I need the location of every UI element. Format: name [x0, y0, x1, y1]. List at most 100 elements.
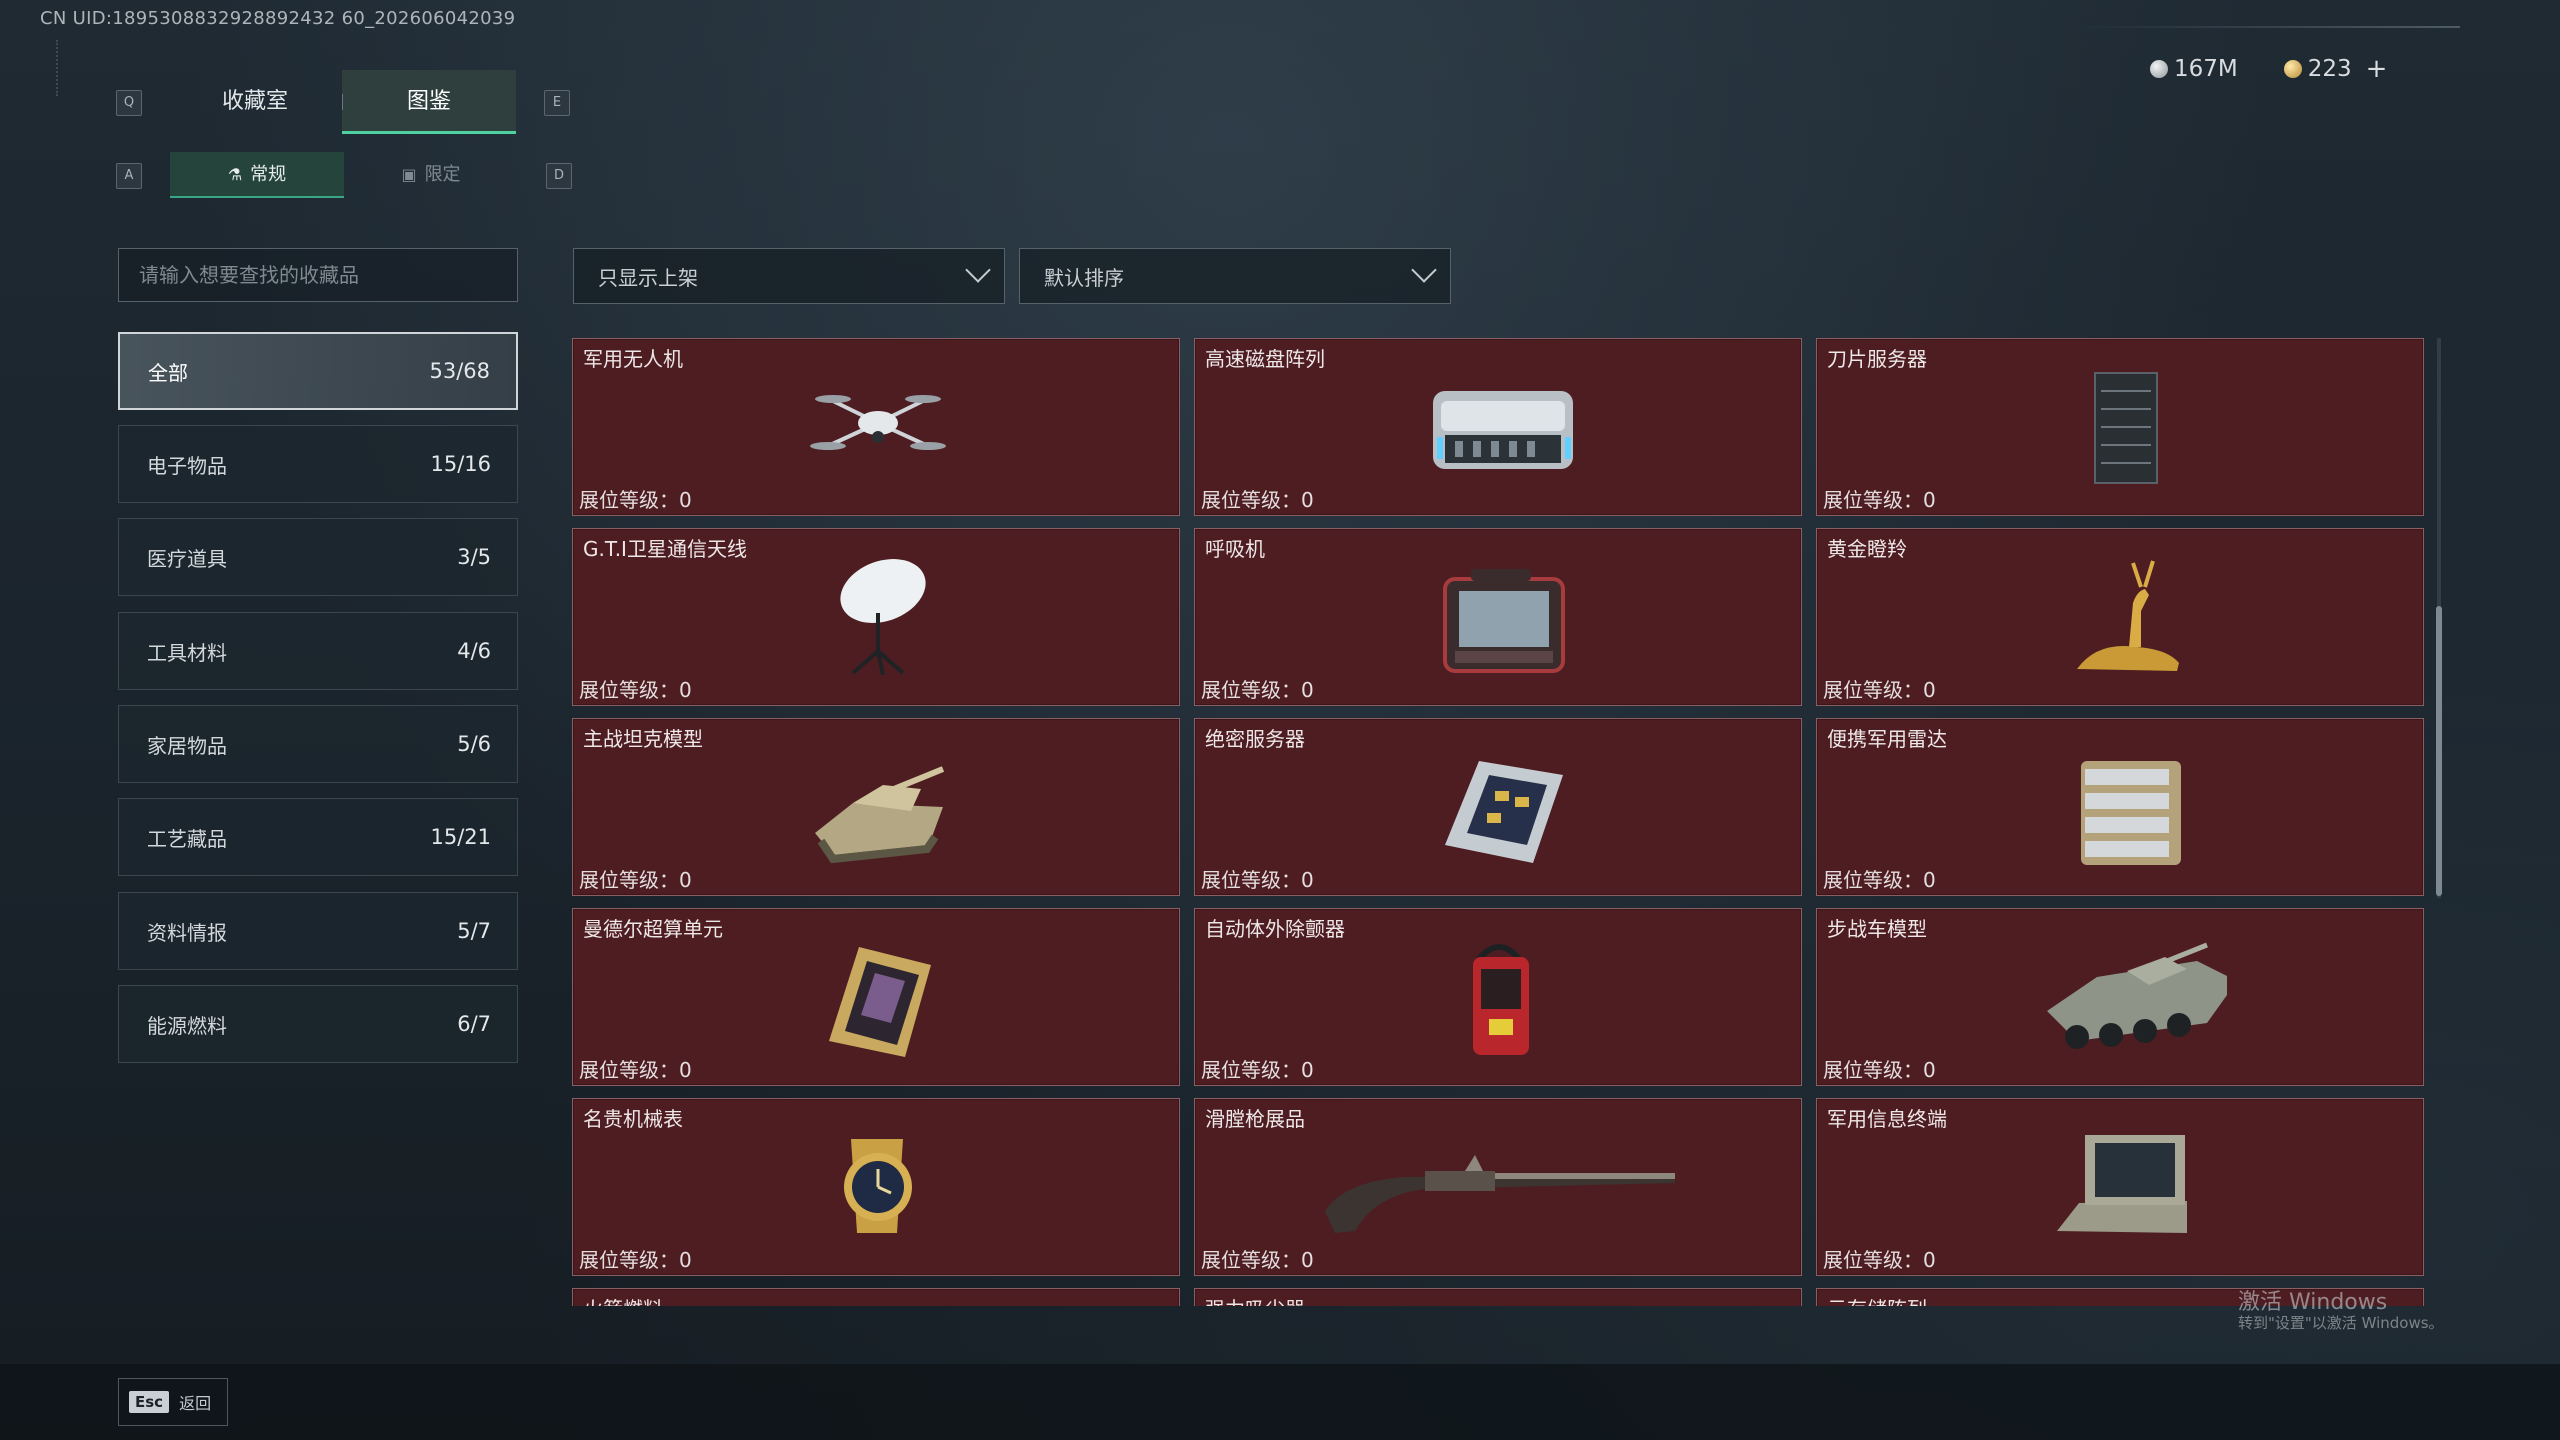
key-d-hint[interactable]: D — [546, 163, 572, 189]
watch-icon — [844, 1139, 912, 1233]
subtab-limited[interactable]: ▣ 限定 — [344, 152, 518, 198]
category-label: 工具材料 — [147, 640, 227, 665]
search-input[interactable] — [118, 248, 518, 302]
drone-icon — [810, 395, 946, 450]
category-intel[interactable]: 资料情报 5/7 — [118, 892, 518, 970]
category-count: 5/7 — [457, 919, 491, 943]
category-label: 工艺藏品 — [147, 826, 227, 851]
silver-amount: 167M — [2174, 56, 2238, 82]
category-count: 6/7 — [457, 1012, 491, 1036]
back-label: 返回 — [179, 1394, 212, 1413]
tab-divider — [342, 94, 343, 110]
uid-label: CN UID:1895308832928892432 60_2026060420… — [40, 8, 516, 29]
display-filter-dropdown[interactable]: 只显示上架 — [573, 248, 1005, 304]
item-level: 展位等级：0 — [1201, 1058, 1314, 1082]
tab-collection-room[interactable]: 收藏室 — [168, 70, 342, 134]
item-card[interactable]: 滑膛枪展品 展位等级：0 — [1194, 1098, 1802, 1276]
supercompute-unit-icon — [829, 947, 931, 1057]
item-name: 自动体外除颤器 — [1205, 917, 1345, 941]
item-level: 展位等级：0 — [1823, 1248, 1936, 1272]
item-level: 展位等级：0 — [1823, 488, 1936, 512]
item-level: 展位等级：0 — [1823, 1058, 1936, 1082]
sort-value: 默认排序 — [1044, 265, 1124, 290]
secret-server-icon — [1445, 761, 1563, 863]
silver-currency: 167M — [2150, 56, 2238, 82]
decor-top-line — [2080, 26, 2460, 28]
category-tools[interactable]: 工具材料 4/6 — [118, 612, 518, 690]
item-level: 展位等级：0 — [579, 868, 692, 892]
item-name: 军用信息终端 — [1827, 1107, 1947, 1131]
category-label: 资料情报 — [147, 920, 227, 945]
subtab-regular[interactable]: ⚗ 常规 — [170, 152, 344, 198]
ifv-model-icon — [2047, 942, 2227, 1049]
item-name: 火箭燃料 — [583, 1293, 663, 1306]
item-card[interactable]: 军用信息终端 展位等级：0 — [1816, 1098, 2424, 1276]
item-name: 强力吸尘器 — [1205, 1293, 1305, 1306]
sort-dropdown[interactable]: 默认排序 — [1019, 248, 1451, 304]
item-level: 展位等级：0 — [579, 1248, 692, 1272]
disk-array-icon — [1433, 391, 1573, 469]
category-energy[interactable]: 能源燃料 6/7 — [118, 985, 518, 1063]
item-card[interactable]: 便携军用雷达 展位等级：0 — [1816, 718, 2424, 896]
key-a-hint[interactable]: A — [116, 163, 142, 189]
main-tabs: 收藏室 图鉴 — [168, 70, 516, 134]
ventilator-icon — [1443, 569, 1565, 673]
item-level: 展位等级：0 — [1201, 868, 1314, 892]
bottom-bar — [0, 1364, 2560, 1440]
item-card[interactable]: 绝密服务器 展位等级：0 — [1194, 718, 1802, 896]
item-level: 展位等级：0 — [1201, 678, 1314, 702]
add-currency-button[interactable]: + — [2366, 54, 2388, 84]
category-medical[interactable]: 医疗道具 3/5 — [118, 518, 518, 596]
back-button[interactable]: Esc 返回 — [118, 1378, 228, 1426]
item-card[interactable]: 步战车模型 展位等级：0 — [1816, 908, 2424, 1086]
item-card[interactable]: 高速磁盘阵列 展位等级：0 — [1194, 338, 1802, 516]
category-label: 电子物品 — [147, 453, 227, 478]
item-name: 军用无人机 — [583, 347, 683, 371]
category-count: 53/68 — [429, 359, 490, 383]
category-count: 4/6 — [457, 639, 491, 663]
esc-key-icon: Esc — [129, 1391, 170, 1413]
image-icon: ▣ — [401, 165, 417, 184]
item-card[interactable]: 强力吸尘器 展位等级：0 — [1194, 1288, 1802, 1306]
item-name: 名贵机械表 — [583, 1107, 683, 1131]
key-q-hint[interactable]: Q — [116, 90, 142, 116]
chevron-down-icon — [1404, 255, 1446, 297]
item-card[interactable]: 呼吸机 展位等级：0 — [1194, 528, 1802, 706]
golden-gazelle-icon — [2077, 560, 2179, 671]
item-level: 展位等级：0 — [1823, 678, 1936, 702]
category-label: 全部 — [148, 360, 188, 385]
item-card[interactable]: 刀片服务器 展位等级：0 — [1816, 338, 2424, 516]
chevron-down-icon — [958, 255, 1000, 297]
item-card[interactable]: 军用无人机 展位等级：0 — [572, 338, 1180, 516]
item-level: 展位等级：0 — [1823, 868, 1936, 892]
item-name: 高速磁盘阵列 — [1205, 347, 1325, 371]
item-name: 便携军用雷达 — [1827, 727, 1947, 751]
tab-catalog[interactable]: 图鉴 — [342, 70, 516, 134]
satellite-dish-icon — [840, 559, 926, 676]
item-name: 绝密服务器 — [1205, 727, 1305, 751]
item-card[interactable]: 主战坦克模型 展位等级：0 — [572, 718, 1180, 896]
item-card[interactable]: 自动体外除颤器 展位等级：0 — [1194, 908, 1802, 1086]
musket-icon — [1325, 1155, 1675, 1233]
item-card[interactable]: 火箭燃料 展位等级：0 — [572, 1288, 1180, 1306]
item-name: 曼德尔超算单元 — [583, 917, 723, 941]
scrollbar-thumb[interactable] — [2436, 606, 2442, 896]
gold-currency: 223 — [2283, 56, 2352, 82]
item-card[interactable]: G.T.I卫星通信天线 展位等级：0 — [572, 528, 1180, 706]
item-level: 展位等级：0 — [1201, 488, 1314, 512]
gold-coin-icon — [2283, 60, 2302, 78]
item-name: 云存储阵列 — [1827, 1293, 1927, 1306]
item-card[interactable]: 名贵机械表 展位等级：0 — [572, 1098, 1180, 1276]
key-e-hint[interactable]: E — [544, 90, 570, 116]
subtab-regular-label: 常规 — [250, 164, 287, 185]
item-card[interactable]: 曼德尔超算单元 展位等级：0 — [572, 908, 1180, 1086]
category-all[interactable]: 全部 53/68 — [118, 332, 518, 410]
item-name: 呼吸机 — [1205, 537, 1265, 561]
item-card[interactable]: 黄金瞪羚 展位等级：0 — [1816, 528, 2424, 706]
category-electronics[interactable]: 电子物品 15/16 — [118, 425, 518, 503]
blade-server-icon — [2094, 372, 2158, 484]
category-household[interactable]: 家居物品 5/6 — [118, 705, 518, 783]
item-level: 展位等级：0 — [579, 678, 692, 702]
category-label: 能源燃料 — [147, 1013, 227, 1038]
category-crafts[interactable]: 工艺藏品 15/21 — [118, 798, 518, 876]
